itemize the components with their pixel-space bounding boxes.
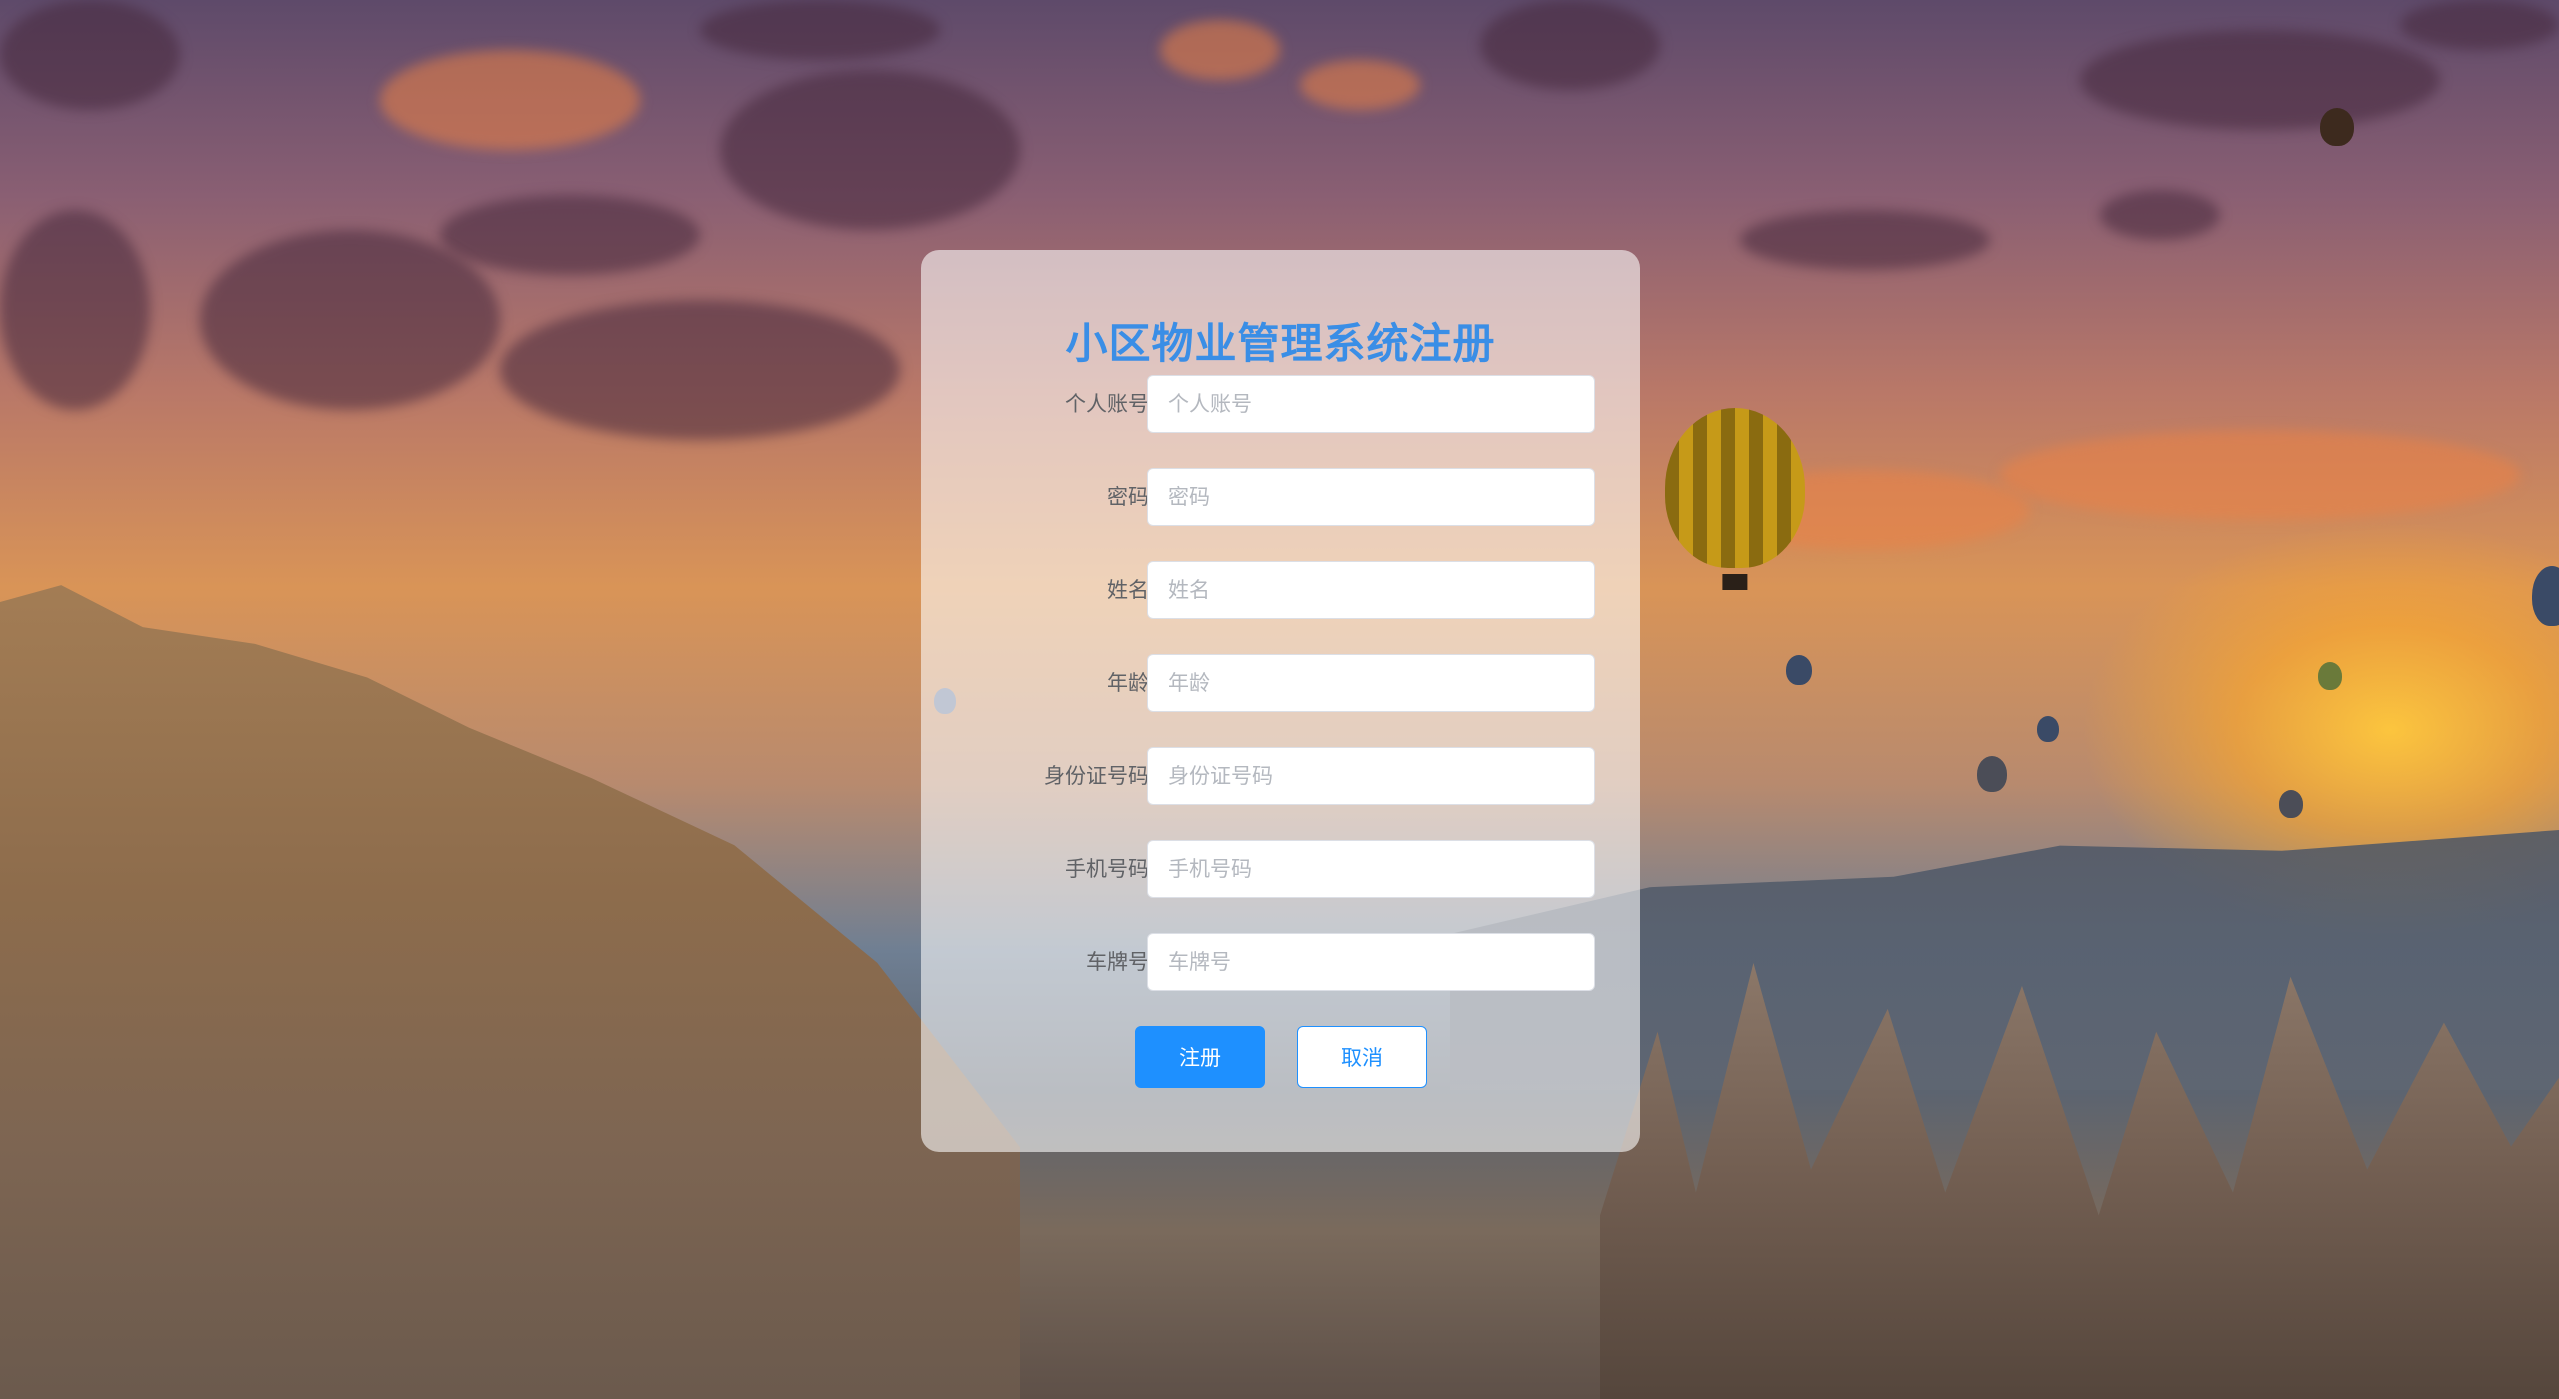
hot-air-balloon	[1665, 408, 1805, 591]
name-label: 姓名	[1107, 578, 1149, 602]
hot-air-balloon	[2037, 716, 2059, 742]
register-button[interactable]: 注册	[1135, 1026, 1265, 1088]
cloud	[1300, 60, 1420, 110]
form-row-plate: 车牌号	[921, 933, 1640, 991]
hot-air-balloon	[2320, 108, 2354, 146]
cloud	[500, 300, 900, 440]
cloud	[2400, 0, 2559, 50]
hot-air-balloon	[1977, 756, 2007, 792]
cloud	[2080, 30, 2440, 130]
phone-input[interactable]	[1147, 840, 1595, 898]
plate-label: 车牌号	[1086, 950, 1149, 974]
form-row-phone: 手机号码	[921, 840, 1640, 898]
page-title: 小区物业管理系统注册	[1065, 319, 1496, 368]
password-label: 密码	[1107, 485, 1149, 509]
plate-input[interactable]	[1147, 933, 1595, 991]
id-number-input[interactable]	[1147, 747, 1595, 805]
cave-town	[0, 585, 1020, 1399]
account-input[interactable]	[1147, 375, 1595, 433]
hot-air-balloon	[2318, 662, 2342, 690]
id-number-label: 身份证号码	[1044, 764, 1149, 788]
cloud	[1480, 0, 1660, 90]
age-input[interactable]	[1147, 654, 1595, 712]
hot-air-balloon	[2279, 790, 2303, 818]
cloud	[1740, 210, 1990, 270]
form-row-age: 年龄	[921, 654, 1640, 712]
cloud	[700, 0, 940, 60]
cloud	[1160, 20, 1280, 80]
form-row-name: 姓名	[921, 561, 1640, 619]
cancel-button[interactable]: 取消	[1297, 1026, 1427, 1088]
phone-label: 手机号码	[1065, 857, 1149, 881]
password-input[interactable]	[1147, 468, 1595, 526]
account-label: 个人账号	[1065, 392, 1149, 416]
cloud	[0, 210, 150, 410]
cloud	[0, 0, 180, 110]
cloud	[440, 195, 700, 275]
form-row-account: 个人账号	[921, 375, 1640, 433]
cloud	[2100, 190, 2220, 240]
age-label: 年龄	[1107, 671, 1149, 695]
cloud	[2000, 430, 2520, 520]
cloud	[200, 230, 500, 410]
cloud	[380, 50, 640, 150]
hot-air-balloon	[1786, 655, 1812, 685]
name-input[interactable]	[1147, 561, 1595, 619]
form-row-id-number: 身份证号码	[921, 747, 1640, 805]
register-card: 小区物业管理系统注册 个人账号 密码 姓名 年龄 身份证号码 手机号码 车牌号	[921, 250, 1640, 1152]
background-photo: 小区物业管理系统注册 个人账号 密码 姓名 年龄 身份证号码 手机号码 车牌号	[0, 0, 2559, 1399]
cloud	[720, 70, 1020, 230]
form-row-password: 密码	[921, 468, 1640, 526]
